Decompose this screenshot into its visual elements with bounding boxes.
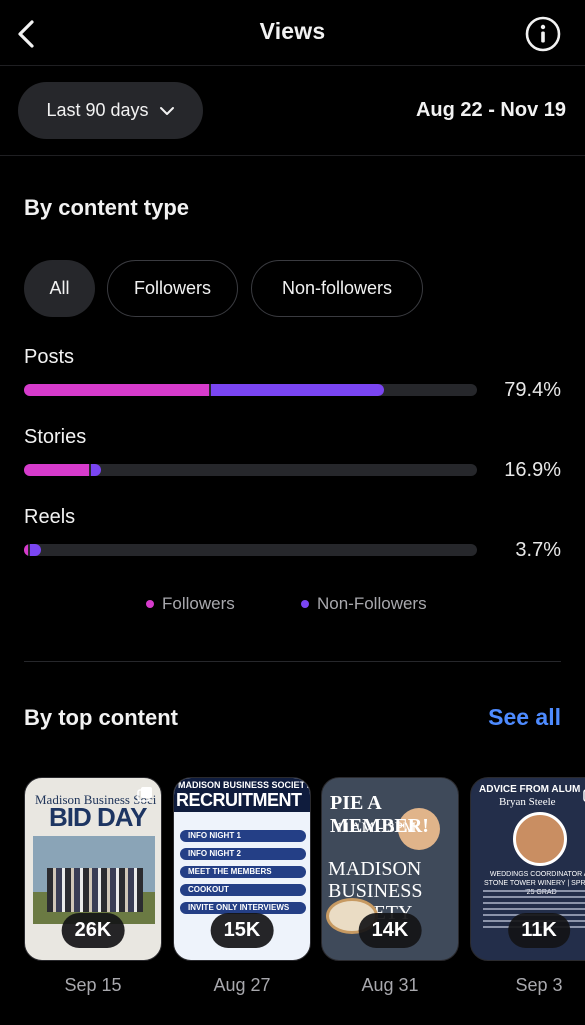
reels-percent: 3.7% xyxy=(515,539,561,561)
stories-followers-segment xyxy=(24,464,89,476)
card-4-portrait-image xyxy=(513,812,567,866)
card-2-view-count: 15K xyxy=(210,913,274,948)
filter-followers[interactable]: Followers xyxy=(107,260,238,317)
reels-followers-segment xyxy=(24,544,28,556)
filter-all[interactable]: All xyxy=(24,260,95,317)
page-title: Views xyxy=(259,18,326,44)
top-bar: Views xyxy=(0,0,585,66)
chart-legend: Followers Non-Followers xyxy=(0,594,585,616)
card-2-thumb-line-2: RECRUITMENT xyxy=(176,790,302,810)
card-1-group-photo xyxy=(33,836,155,924)
card-2-thumb-line-1: MADISON BUSINESS SOCIETY xyxy=(178,780,311,790)
schedule-band: MEET THE MEMBERS xyxy=(180,866,306,878)
card-2-date: Aug 27 xyxy=(213,975,271,995)
card-3-thumb-line-2: 11AM - 3PM xyxy=(336,820,417,836)
schedule-band-text: COOKOUT xyxy=(188,885,229,894)
posts-followers-segment xyxy=(24,384,209,396)
posts-bar xyxy=(24,384,477,396)
card-4-date: Sep 3 xyxy=(515,975,563,995)
legend-non-followers: Non-Followers xyxy=(301,594,427,614)
filter-non-followers[interactable]: Non-followers xyxy=(251,260,423,317)
top-content-card-2[interactable]: MADISON BUSINESS SOCIETY RECRUITMENT INF… xyxy=(173,777,311,961)
info-button[interactable] xyxy=(524,15,562,53)
metric-label-reels: Reels xyxy=(24,506,76,528)
followers-dot-icon xyxy=(146,600,154,608)
card-4-view-count: 11K xyxy=(508,913,570,948)
stories-bar xyxy=(24,464,477,476)
card-3-view-count: 14K xyxy=(358,913,422,948)
card-4-thumb-line-2: Bryan Steele xyxy=(499,796,556,808)
card-3-date: Aug 31 xyxy=(361,975,419,995)
section-divider xyxy=(24,661,561,662)
schedule-band-text: MEET THE MEMBERS xyxy=(188,867,272,876)
photo-people xyxy=(47,868,143,912)
top-content-heading: By top content xyxy=(24,705,178,730)
date-range-dropdown[interactable]: Last 90 days xyxy=(18,82,203,139)
card-1-thumb-line-2: BID DAY xyxy=(49,802,148,832)
metric-label-posts: Posts xyxy=(24,346,75,368)
stories-non-followers-segment xyxy=(91,464,101,476)
date-range-text: Aug 22 - Nov 19 xyxy=(415,99,566,121)
posts-percent: 79.4% xyxy=(504,379,561,401)
schedule-band: INFO NIGHT 2 xyxy=(180,848,306,860)
reels-bar xyxy=(24,544,477,556)
non-followers-dot-icon xyxy=(301,600,309,608)
info-circle-icon xyxy=(525,16,561,52)
card-1-view-count: 26K xyxy=(61,913,125,948)
content-type-heading: By content type xyxy=(24,195,190,220)
see-all-link[interactable]: See all xyxy=(488,704,561,731)
reels-non-followers-segment xyxy=(30,544,41,556)
stories-percent: 16.9% xyxy=(504,459,561,481)
top-content-card-3[interactable]: PIE A MEMBER! 11AM - 3PM MADISON BUSINES… xyxy=(321,777,459,961)
schedule-band: COOKOUT xyxy=(180,884,306,896)
date-range-label: Last 90 days xyxy=(46,100,149,120)
top-content-card-4[interactable]: ADVICE FROM ALUM Bryan Steele WEDDINGS C… xyxy=(470,777,585,961)
carousel-icon xyxy=(137,787,152,802)
card-4-thumb-line-1: ADVICE FROM ALUM xyxy=(479,784,581,795)
legend-non-followers-label: Non-Followers xyxy=(317,594,427,613)
schedule-band-text: INFO NIGHT 2 xyxy=(188,849,241,858)
date-range-row: Last 90 days Aug 22 - Nov 19 xyxy=(0,66,585,156)
chevron-down-icon xyxy=(159,106,174,115)
schedule-band: INFO NIGHT 1 xyxy=(180,830,306,842)
card-2-header-band: MADISON BUSINESS SOCIETY RECRUITMENT xyxy=(174,778,311,812)
card-1-date: Sep 15 xyxy=(64,975,122,995)
schedule-band-text: INFO NIGHT 1 xyxy=(188,831,241,840)
top-content-card-1[interactable]: Madison Business Soci BID DAY 26K xyxy=(24,777,162,961)
legend-followers-label: Followers xyxy=(162,594,235,613)
metric-label-stories: Stories xyxy=(24,426,87,448)
posts-non-followers-segment xyxy=(211,384,384,396)
legend-followers: Followers xyxy=(146,594,235,614)
